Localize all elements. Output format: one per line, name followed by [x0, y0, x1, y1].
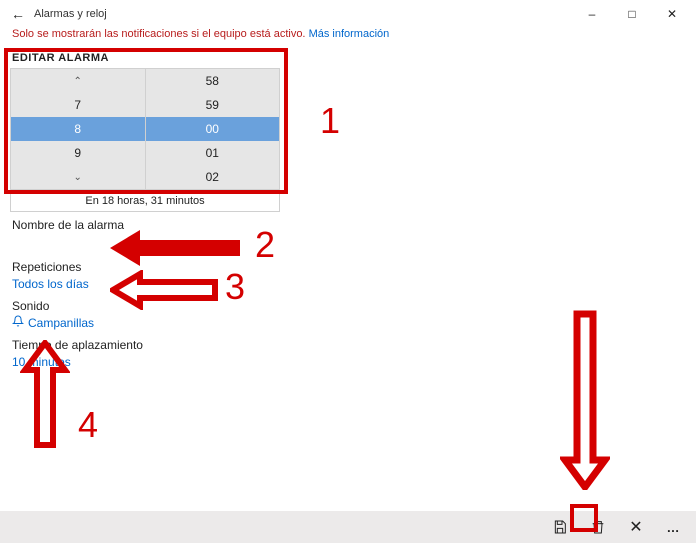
- minute-option[interactable]: 59: [146, 93, 280, 117]
- titlebar: ← Alarmas y reloj – □ ✕: [0, 0, 696, 28]
- app-title: Alarmas y reloj: [34, 8, 107, 20]
- sound-value[interactable]: Campanillas: [12, 315, 94, 330]
- banner-text: Solo se mostrarán las notificaciones si …: [12, 28, 306, 40]
- notification-banner: Solo se mostrarán las notificaciones si …: [0, 28, 696, 44]
- minute-column[interactable]: 58 59 00 01 02: [146, 69, 280, 189]
- save-icon: [552, 519, 568, 535]
- back-button[interactable]: ←: [4, 0, 32, 28]
- time-picker: ⌃ 7 8 9 ⌄ 58 59 00 01 02 En 18 horas, 31…: [10, 68, 686, 212]
- minute-option[interactable]: 01: [146, 141, 280, 165]
- hour-up-icon[interactable]: ⌃: [11, 69, 145, 93]
- repeat-field[interactable]: Repeticiones Todos los días: [0, 254, 696, 293]
- minimize-icon: –: [589, 7, 596, 21]
- back-arrow-icon: ←: [11, 6, 25, 22]
- sound-value-text: Campanillas: [28, 316, 94, 330]
- time-until-label: En 18 horas, 31 minutos: [11, 189, 279, 211]
- annotation-arrow-3: [110, 270, 220, 310]
- hour-option[interactable]: 9: [11, 141, 145, 165]
- annotation-arrow-4: [20, 340, 70, 450]
- alarm-name-field[interactable]: Nombre de la alarma: [0, 212, 696, 236]
- annotation-arrow-save: [560, 310, 610, 490]
- annotation-arrow-2: [110, 228, 250, 268]
- close-window-button[interactable]: ✕: [652, 0, 692, 28]
- save-button[interactable]: [546, 513, 574, 541]
- minute-option[interactable]: 58: [146, 69, 280, 93]
- bell-icon: [12, 315, 24, 330]
- trash-icon: [590, 519, 606, 535]
- more-button[interactable]: …: [660, 513, 688, 541]
- hour-option[interactable]: 7: [11, 93, 145, 117]
- cancel-icon: ✕: [629, 517, 642, 537]
- hour-down-icon[interactable]: ⌄: [11, 165, 145, 189]
- maximize-icon: □: [628, 7, 635, 21]
- delete-button[interactable]: [584, 513, 612, 541]
- more-icon: …: [667, 520, 682, 535]
- close-icon: ✕: [667, 7, 677, 21]
- cancel-button[interactable]: ✕: [622, 513, 650, 541]
- hour-column[interactable]: ⌃ 7 8 9 ⌄: [11, 69, 146, 189]
- minute-selected[interactable]: 00: [146, 117, 280, 141]
- maximize-button[interactable]: □: [612, 0, 652, 28]
- window-controls: – □ ✕: [572, 0, 692, 28]
- command-bar: ✕ …: [0, 511, 696, 543]
- hour-selected[interactable]: 8: [11, 117, 145, 141]
- minimize-button[interactable]: –: [572, 0, 612, 28]
- annotation-number-4: 4: [78, 404, 98, 446]
- minute-option[interactable]: 02: [146, 165, 280, 189]
- section-title: EDITAR ALARMA: [0, 44, 696, 68]
- banner-link[interactable]: Más información: [309, 28, 390, 40]
- repeat-value[interactable]: Todos los días: [12, 277, 89, 291]
